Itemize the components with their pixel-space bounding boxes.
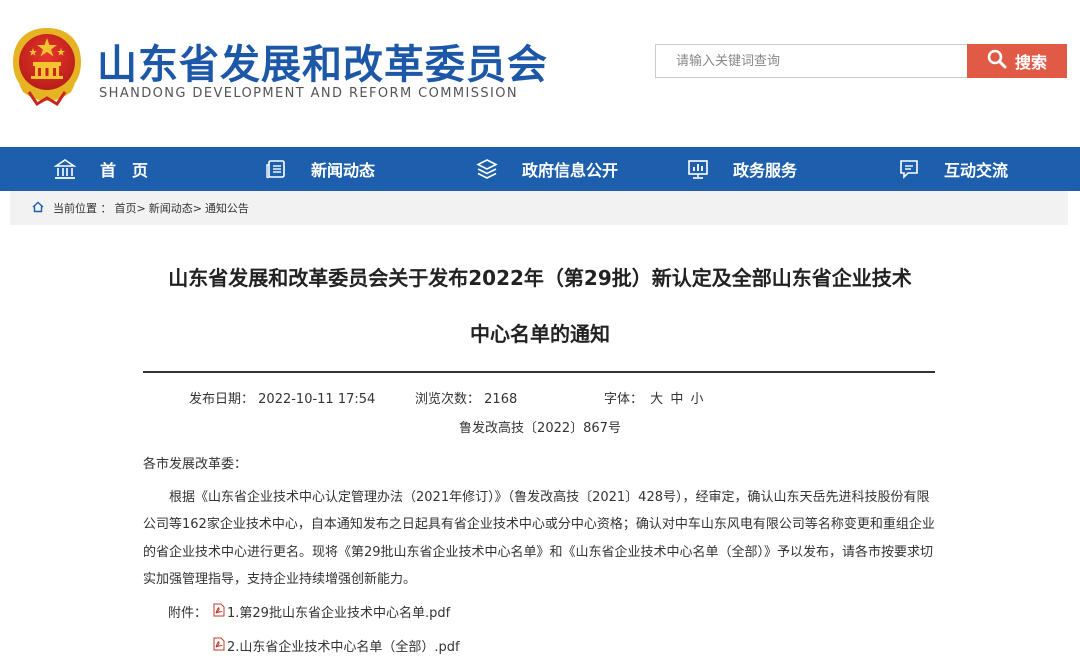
breadcrumb-separator: > [136,201,146,215]
publish-date-value: 2022-10-11 17:54 [258,392,376,407]
font-size-selector: 字体： 大 中 小 [604,388,703,407]
breadcrumb-link-notices[interactable]: 通知公告 [205,200,249,216]
font-size-medium[interactable]: 中 [670,392,683,407]
nav-item-news[interactable]: 新闻动态 [265,147,375,191]
breadcrumb-separator: > [192,201,202,215]
national-emblem-logo [11,26,83,107]
nav-item-home[interactable]: 首 页 [53,147,149,191]
article-body: 根据《山东省企业技术中心认定管理办法（2021年修订）》（鲁发改高技〔2021〕… [143,490,935,587]
breadcrumb: 当前位置 ： 首页 > 新闻动态 > 通知公告 [10,191,1068,225]
title-divider [143,371,935,373]
view-count-label: 浏览次数： [415,392,481,407]
nav-label-interaction: 互动交流 [944,161,1009,180]
nav-item-interaction[interactable]: 互动交流 [898,147,1008,191]
nav-label-gov-info: 政府信息公开 [522,161,619,180]
chat-icon [898,158,920,180]
site-title: 山东省发展和改革委员会 [97,42,548,88]
nav-label-services: 政务服务 [733,161,798,180]
salutation: 各市发展改革委： [143,457,248,472]
breadcrumb-link-news[interactable]: 新闻动态 [149,200,193,216]
attachment-link-1[interactable]: 1.第29批山东省企业技术中心名单.pdf [212,602,450,621]
search-icon [987,49,1007,73]
chart-monitor-icon [687,158,709,180]
document-number: 鲁发改高技〔2022〕867号 [459,421,621,436]
view-count: 浏览次数： 2168 [415,388,517,407]
article-title-line1: 山东省发展和改革委员会关于发布2022年（第29批）新认定及全部山东省企业技术 [168,266,912,290]
main-nav: 首 页 新闻动态 政府信息公开 政务服务 互动交流 [0,147,1080,191]
search-box [655,44,967,78]
publish-date: 发布日期： 2022-10-11 17:54 [189,388,375,407]
nav-label-news: 新闻动态 [311,161,376,180]
attachment-name-1: 1.第29批山东省企业技术中心名单.pdf [227,606,451,621]
attachment-name-2: 2.山东省企业技术中心名单（全部）.pdf [227,640,460,655]
view-count-value: 2168 [484,392,518,407]
search-input[interactable] [656,45,967,77]
layers-icon [476,158,498,180]
news-icon [265,158,287,180]
publish-date-label: 发布日期： [189,392,255,407]
article-title-line2: 中心名单的通知 [470,322,610,346]
nav-item-services[interactable]: 政务服务 [687,147,797,191]
attachment-link-2[interactable]: 2.山东省企业技术中心名单（全部）.pdf [212,636,460,655]
site-subtitle: SHANDONG DEVELOPMENT AND REFORM COMMISSI… [99,86,518,101]
attachments-label: 附件： [168,606,208,621]
search-button[interactable]: 搜索 [967,44,1067,78]
breadcrumb-home-icon [32,201,50,216]
font-size-label: 字体： [604,392,644,407]
pdf-icon [212,637,227,655]
breadcrumb-prefix: 当前位置 ： [53,202,112,215]
nav-item-gov-info[interactable]: 政府信息公开 [476,147,618,191]
font-size-large[interactable]: 大 [650,392,663,407]
nav-label-home: 首 页 [100,161,149,180]
font-size-small[interactable]: 小 [690,392,703,407]
site-header: 山东省发展和改革委员会 SHANDONG DEVELOPMENT AND REF… [0,0,1080,147]
home-icon [53,158,77,180]
search-button-label: 搜索 [1014,53,1047,72]
breadcrumb-link-home[interactable]: 首页 [115,200,137,216]
pdf-icon [212,603,227,621]
